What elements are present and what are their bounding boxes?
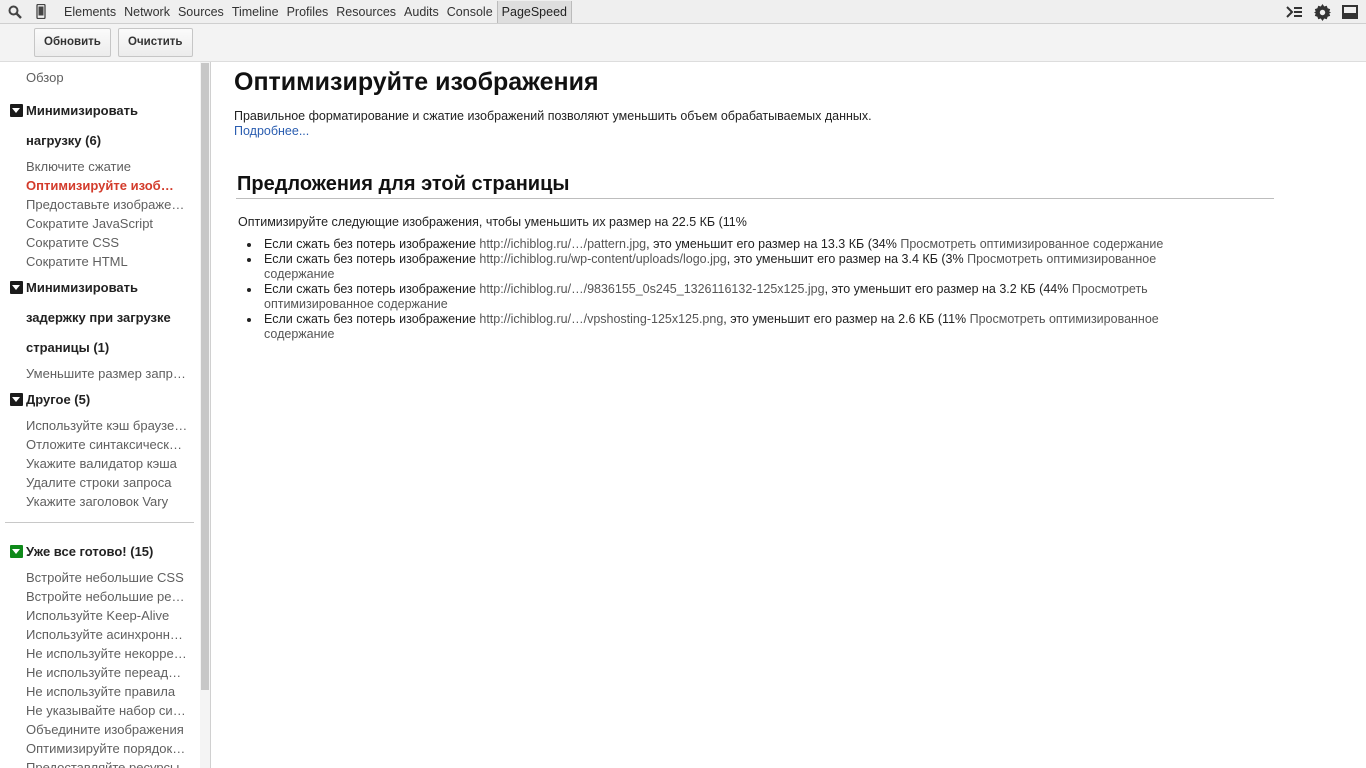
suggestion-text: Если сжать без потерь изображение (264, 312, 480, 326)
clear-button[interactable]: Очистить (118, 28, 193, 57)
rules-sidebar: Обзор Минимизировать нагрузку (6) Включи… (0, 62, 211, 768)
collapse-triangle-icon[interactable] (10, 104, 23, 117)
dock-side-icon[interactable] (1340, 1, 1360, 23)
list-item: Если сжать без потерь изображение http:/… (247, 282, 1224, 312)
sidebar-item-scaled-images[interactable]: Предоставьте изображения нужного размера (26, 197, 188, 213)
group-other-title[interactable]: Другое (5) (26, 392, 90, 408)
collapse-triangle-icon[interactable] (10, 281, 23, 294)
group-minimize-latency-title-line3[interactable]: страницы (1) (26, 340, 109, 356)
sidebar-item-cache-validator[interactable]: Укажите валидатор кэша (26, 456, 188, 472)
sidebar-item-passed[interactable]: Предоставляйте ресурсы (26, 760, 188, 768)
suggestions-heading: Предложения для этой страницы (237, 173, 570, 195)
list-item: Если сжать без потерь изображение http:/… (247, 252, 1224, 282)
sidebar-item-passed[interactable]: Оптимизируйте порядок стилей (26, 741, 188, 757)
tab-console[interactable]: Console (443, 1, 497, 23)
sidebar-item-passed[interactable]: Не указывайте набор символов (26, 703, 188, 719)
sidebar-item-defer-parsing[interactable]: Отложите синтаксический анализ (26, 437, 188, 453)
sidebar-divider (5, 522, 194, 523)
collapse-triangle-icon[interactable] (10, 393, 23, 406)
gear-icon[interactable] (1312, 1, 1332, 23)
group-minimize-latency-title[interactable]: Минимизировать (26, 280, 138, 296)
suggestion-savings: , это уменьшит его размер на 2.6 КБ (11% (723, 312, 970, 326)
tab-pagespeed[interactable]: PageSpeed (496, 0, 572, 23)
devtools-tab-bar: Elements Network Sources Timeline Profil… (0, 0, 1366, 24)
sidebar-item-overview[interactable]: Обзор (26, 70, 188, 86)
list-item: Если сжать без потерь изображение http:/… (247, 312, 1224, 342)
sidebar-item-query-strings[interactable]: Удалите строки запроса (26, 475, 188, 491)
pagespeed-action-bar: Обновить Очистить (0, 24, 1366, 62)
tab-audits[interactable]: Audits (400, 1, 443, 23)
sidebar-item-browser-cache[interactable]: Используйте кэш браузера (26, 418, 188, 434)
tab-sources[interactable]: Sources (174, 1, 228, 23)
heading-divider (236, 198, 1274, 199)
resource-url-link[interactable]: http://ichiblog.ru/…/pattern.jpg (479, 237, 646, 251)
sidebar-item-passed[interactable]: Объедините изображения (26, 722, 188, 738)
tab-network[interactable]: Network (120, 1, 174, 23)
group-minimize-payload-title[interactable]: Минимизировать (26, 103, 138, 119)
sidebar-item-vary-header[interactable]: Укажите заголовок Vary (26, 494, 188, 510)
suggestion-text: Если сжать без потерь изображение (264, 237, 480, 251)
resource-url-link[interactable]: http://ichiblog.ru/…/vpshosting-125x125.… (479, 312, 723, 326)
suggestion-savings: , это уменьшит его размер на 3.2 КБ (44% (824, 282, 1072, 296)
tab-elements[interactable]: Elements (60, 1, 120, 23)
list-item: Если сжать без потерь изображение http:/… (247, 237, 1224, 252)
console-drawer-icon[interactable] (1284, 1, 1304, 23)
tab-resources[interactable]: Resources (332, 1, 400, 23)
sidebar-item-minify-css[interactable]: Сократите CSS (26, 235, 188, 251)
learn-more-link[interactable]: Подробнее... (234, 124, 309, 138)
sidebar-scrollbar-thumb[interactable] (201, 63, 209, 690)
collapse-triangle-icon[interactable] (10, 545, 23, 558)
suggestion-text: Если сжать без потерь изображение (264, 282, 480, 296)
suggestions-intro: Оптимизируйте следующие изображения, что… (238, 215, 747, 229)
resource-url-link[interactable]: http://ichiblog.ru/wp-content/uploads/lo… (479, 252, 726, 266)
sidebar-item-passed[interactable]: Используйте асинхронные скрипты (26, 627, 188, 643)
suggestion-text: Если сжать без потерь изображение (264, 252, 480, 266)
sidebar-item-optimize-images[interactable]: Оптимизируйте изображения (26, 178, 181, 194)
view-optimized-link[interactable]: Просмотреть оптимизированное содержание (900, 237, 1163, 251)
sidebar-item-passed[interactable]: Используйте Keep-Alive (26, 608, 188, 624)
sidebar-item-passed[interactable]: Не используйте некорректные запросы (26, 646, 188, 662)
page-title: Оптимизируйте изображения (234, 68, 599, 96)
tab-timeline[interactable]: Timeline (228, 1, 283, 23)
suggestion-savings: , это уменьшит его размер на 3.4 КБ (3% (726, 252, 968, 266)
resource-url-link[interactable]: http://ichiblog.ru/…/9836155_0s245_13261… (479, 282, 824, 296)
tab-profiles[interactable]: Profiles (283, 1, 333, 23)
sidebar-item-request-size[interactable]: Уменьшите размер запроса (26, 366, 188, 382)
sidebar-item-passed[interactable]: Встройте небольшие CSS (26, 570, 188, 586)
sidebar-item-passed[interactable]: Встройте небольшие ресурсы (26, 589, 188, 605)
sidebar-item-enable-compression[interactable]: Включите сжатие (26, 159, 188, 175)
sidebar-item-minify-js[interactable]: Сократите JavaScript (26, 216, 188, 232)
refresh-button[interactable]: Обновить (34, 28, 111, 57)
group-passed-title[interactable]: Уже все готово! (15) (26, 544, 153, 560)
sidebar-item-passed[interactable]: Не используйте правила (26, 684, 188, 700)
sidebar-item-passed[interactable]: Не используйте переадресацию (26, 665, 188, 681)
group-minimize-payload-title-line2[interactable]: нагрузку (6) (26, 133, 101, 149)
rule-description: Правильное форматирование и сжатие изобр… (234, 109, 872, 123)
rule-details-panel: Оптимизируйте изображения Правильное фор… (211, 62, 1366, 768)
suggestion-savings: , это уменьшит его размер на 13.3 КБ (34… (646, 237, 901, 251)
device-mode-icon[interactable] (30, 1, 52, 23)
search-icon[interactable] (4, 1, 26, 23)
sidebar-item-minify-html[interactable]: Сократите HTML (26, 254, 188, 270)
group-minimize-latency-title-line2[interactable]: задержку при загрузке (26, 310, 171, 326)
